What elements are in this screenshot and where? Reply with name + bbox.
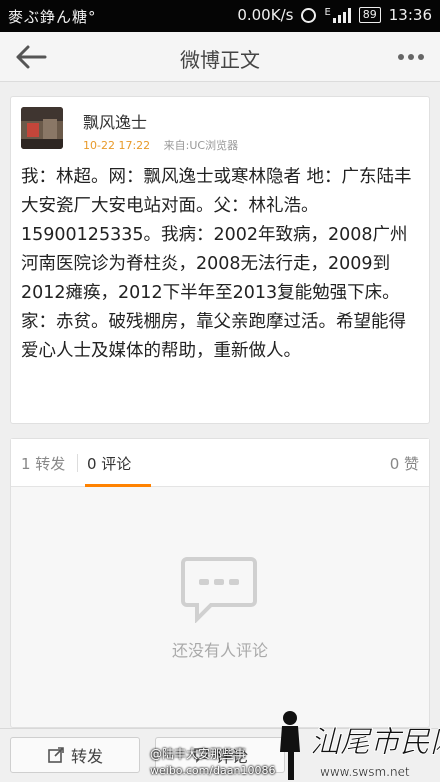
username[interactable]: 飘风逸士 [83, 109, 147, 133]
repost-button[interactable]: 转发 [10, 737, 140, 773]
network-speed: 0.00K/s [237, 6, 294, 24]
tab-likes[interactable]: 0 赞 [390, 453, 419, 474]
post-text: 我：林超。网：飘风逸士或寒林隐者 地：广东陆丰大安瓷厂大安电站对面。父：林礼浩。… [21, 167, 412, 361]
post-meta: 10-22 17:22 来自:UC浏览器 [83, 137, 238, 153]
site-url: www.swsm.net [320, 765, 410, 779]
empty-comment-icon [181, 557, 257, 623]
tab-bar: 1 转发 0 评论 0 赞 [11, 439, 429, 487]
repost-label: 转发 [70, 747, 103, 766]
weibo-url-watermark: weibo.com/daan10086 [150, 764, 276, 777]
more-options-icon[interactable] [396, 46, 426, 68]
comments-panel: 1 转发 0 评论 0 赞 还没有人评论 [10, 438, 430, 728]
battery-icon: 89 [358, 7, 381, 23]
empty-comments-text: 还没有人评论 [171, 641, 268, 660]
post-source: 来自:UC浏览器 [163, 139, 239, 152]
network-type: E [324, 6, 331, 18]
avatar[interactable] [21, 107, 63, 149]
repost-icon [48, 747, 64, 763]
signal-icon: E [324, 6, 351, 23]
tab-comments[interactable]: 0 评论 [87, 453, 131, 474]
tab-reposts[interactable]: 1 转发 [21, 453, 65, 474]
carrier-name: 麥ぶ錚ん糖° [8, 8, 97, 26]
site-name: 汕尾市民网 [310, 725, 440, 760]
app-header: 微博正文 [0, 32, 440, 82]
site-logo-watermark: 汕尾市民网 www.swsm.net [280, 711, 440, 780]
active-tab-indicator [85, 484, 151, 487]
clock: 13:36 [388, 6, 432, 24]
page-title: 微博正文 [180, 48, 260, 72]
status-icons: 0.00K/s E 89 13:36 [237, 6, 432, 24]
status-bar: 麥ぶ錚ん糖° 0.00K/s E 89 13:36 [0, 0, 440, 32]
post-time: 10-22 17:22 [83, 139, 151, 152]
weibo-post-card: 飘风逸士 10-22 17:22 来自:UC浏览器 我：林超。网：飘风逸士或寒林… [10, 96, 430, 424]
weibo-user-watermark: @陆丰大安那些事 [150, 747, 247, 761]
alarm-icon [301, 7, 317, 23]
tab-divider [77, 454, 78, 472]
